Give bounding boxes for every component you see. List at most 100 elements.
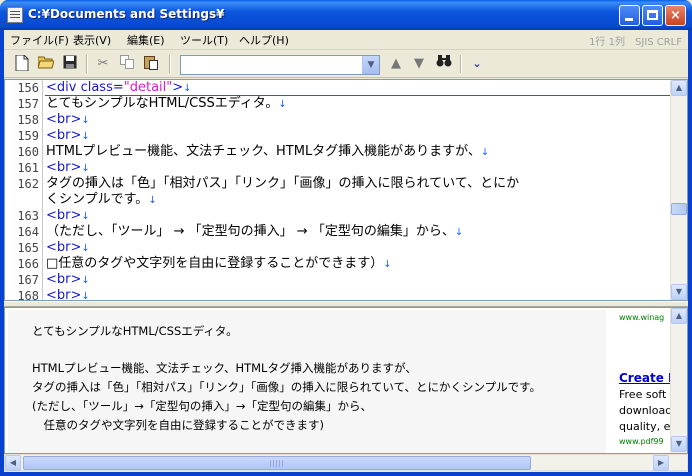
- open-folder-icon[interactable]: [36, 55, 56, 73]
- title-bar[interactable]: C:¥Documents and Settings¥ ×: [0, 0, 692, 30]
- line-content: （ただし、「ツール」 → 「定型句の挿入」 → 「定型句の編集」から、: [46, 224, 455, 239]
- eol-mark: ↓: [81, 131, 90, 142]
- toolbar-separator: [86, 55, 87, 73]
- eol-mark: ↓: [148, 195, 157, 206]
- line-number: 165: [17, 241, 39, 255]
- ad-title-link[interactable]: Create F: [619, 371, 671, 385]
- line-text: <br>↓: [46, 128, 90, 145]
- html-attr: class=: [76, 80, 124, 95]
- line-text: □任意のタグや文字列を自由に登録することができます）↓: [46, 256, 392, 273]
- scroll-up-icon[interactable]: ▲: [671, 308, 687, 324]
- eol-mark: ↓: [81, 115, 90, 126]
- arrow-down-icon[interactable]: ▼: [409, 55, 429, 73]
- client-area: ファイル(F) 表示(V) 編集(E) ツール(T) ヘルプ(H) 1行 1列 …: [4, 30, 688, 472]
- eol-mark: ↓: [81, 211, 90, 222]
- minimize-icon: [625, 18, 633, 21]
- menu-tools[interactable]: ツール(T): [180, 32, 228, 48]
- notepad-icon: [7, 7, 23, 23]
- chevron-down-icon[interactable]: ⌄: [467, 55, 487, 73]
- ad-url[interactable]: www.winag: [619, 313, 664, 322]
- ad-description: quality, e: [619, 420, 671, 433]
- minimize-button[interactable]: [619, 5, 640, 26]
- html-tag: <br>: [46, 128, 82, 143]
- scroll-down-icon[interactable]: ▼: [671, 284, 687, 300]
- line-number: 167: [17, 273, 39, 287]
- line-number: 158: [17, 113, 39, 127]
- editor-vertical-scrollbar[interactable]: ▲ ▼: [670, 80, 687, 300]
- line-text: <br>↓: [46, 160, 90, 177]
- scrollbar-thumb[interactable]: [23, 456, 531, 470]
- eol-mark: ↓: [81, 275, 90, 286]
- copy-icon[interactable]: [117, 55, 137, 73]
- eol-mark: ↓: [383, 259, 392, 270]
- menu-help[interactable]: ヘルプ(H): [239, 32, 289, 48]
- code-editor[interactable]: 156 <div class="detail">↓ 157 とてもシンプルなHT…: [4, 79, 688, 301]
- arrow-up-icon[interactable]: ▲: [386, 55, 406, 73]
- close-icon: ×: [670, 8, 681, 23]
- app-window: C:¥Documents and Settings¥ × ファイル(F) 表示(…: [0, 0, 692, 476]
- maximize-icon: [647, 10, 658, 20]
- line-number: 161: [17, 161, 39, 175]
- line-content: HTMLプレビュー機能、文法チェック、HTMLタグ挿入機能がありますが、: [46, 144, 481, 159]
- close-button[interactable]: ×: [665, 5, 686, 26]
- scroll-down-icon[interactable]: ▼: [671, 436, 687, 452]
- eol-mark: ↓: [454, 227, 464, 238]
- ad-sidebar: www.winag Create F Free soft download qu…: [609, 308, 671, 453]
- toolbar-separator: [169, 55, 170, 73]
- ad-description: download: [619, 404, 671, 417]
- eol-mark: ↓: [81, 291, 90, 301]
- html-tag: <br>: [46, 272, 82, 287]
- line-number: 168: [17, 289, 39, 301]
- maximize-button[interactable]: [642, 5, 663, 26]
- eol-mark: ↓: [183, 83, 192, 94]
- line-text: <br>↓: [46, 240, 90, 257]
- preview-line: 任意のタグや文字列を自由に登録することができます): [32, 418, 324, 432]
- preview-line: (ただし、「ツール」→「定型句の挿入」→「定型句の編集」から、: [32, 399, 373, 413]
- ad-url[interactable]: www.pdf99: [619, 437, 664, 446]
- search-combo[interactable]: ▼: [180, 55, 380, 75]
- save-icon[interactable]: [60, 55, 80, 73]
- new-file-icon[interactable]: [12, 54, 32, 73]
- cut-icon[interactable]: ✂: [93, 55, 113, 73]
- chevron-down-icon[interactable]: ▼: [362, 56, 379, 74]
- scrollbar-thumb[interactable]: [671, 203, 687, 215]
- line-text: タグの挿入は「色」「相対パス」「リンク」「画像」の挿入に限られていて、とにか: [46, 176, 520, 191]
- scroll-right-icon[interactable]: ▶: [653, 455, 669, 471]
- line-text: <br>↓: [46, 288, 90, 301]
- line-text: （ただし、「ツール」 → 「定型句の挿入」 → 「定型句の編集」から、↓: [46, 224, 463, 241]
- paste-icon[interactable]: [141, 55, 161, 73]
- eol-mark: ↓: [480, 147, 490, 158]
- menu-bar: ファイル(F) 表示(V) 編集(E) ツール(T) ヘルプ(H) 1行 1列 …: [4, 30, 688, 50]
- html-tag: <br>: [46, 112, 82, 127]
- html-tag: <div: [46, 80, 77, 95]
- line-number: 160: [17, 145, 39, 159]
- preview-line: とてもシンプルなHTML/CSSエディタ。: [32, 324, 238, 338]
- line-content: くシンプルです。: [46, 192, 149, 207]
- cursor-status: 1行 1列 SJIS CRLF: [589, 37, 682, 48]
- scroll-up-icon[interactable]: ▲: [671, 80, 687, 96]
- line-number: 156: [17, 81, 39, 95]
- scroll-left-icon[interactable]: ◀: [5, 455, 21, 471]
- menu-view[interactable]: 表示(V): [73, 32, 111, 48]
- binoculars-icon[interactable]: [434, 55, 454, 73]
- line-number: 162: [17, 177, 39, 191]
- line-text: くシンプルです。↓: [46, 192, 157, 209]
- menu-file[interactable]: ファイル(F): [10, 32, 69, 48]
- line-text: <div class="detail">↓: [46, 80, 192, 97]
- eol-mark: ↓: [81, 163, 90, 174]
- eol-mark: ↓: [278, 99, 287, 110]
- toolbar-separator: [460, 55, 461, 73]
- html-tag: <br>: [46, 208, 82, 223]
- preview-line: HTMLプレビュー機能、文法チェック、HTMLタグ挿入機能がありますが、: [32, 361, 417, 375]
- line-text: HTMLプレビュー機能、文法チェック、HTMLタグ挿入機能がありますが、↓: [46, 144, 489, 161]
- line-number: 157: [17, 97, 39, 111]
- html-tag: <br>: [46, 160, 82, 175]
- preview-vertical-scrollbar[interactable]: ▲ ▼: [670, 308, 687, 453]
- html-tag: >: [172, 80, 184, 95]
- line-number: 164: [17, 225, 39, 239]
- preview-line: タグの挿入は「色」「相対パス」「リンク」「画像」の挿入に限られていて、とにかくシ…: [32, 380, 541, 394]
- menu-edit[interactable]: 編集(E): [127, 32, 165, 48]
- line-text: とてもシンプルなHTML/CSSエディタ。↓: [46, 96, 287, 113]
- html-preview-pane[interactable]: とてもシンプルなHTML/CSSエディタ。 HTMLプレビュー機能、文法チェック…: [4, 307, 688, 454]
- preview-horizontal-scrollbar[interactable]: ◀ ▶: [4, 454, 688, 471]
